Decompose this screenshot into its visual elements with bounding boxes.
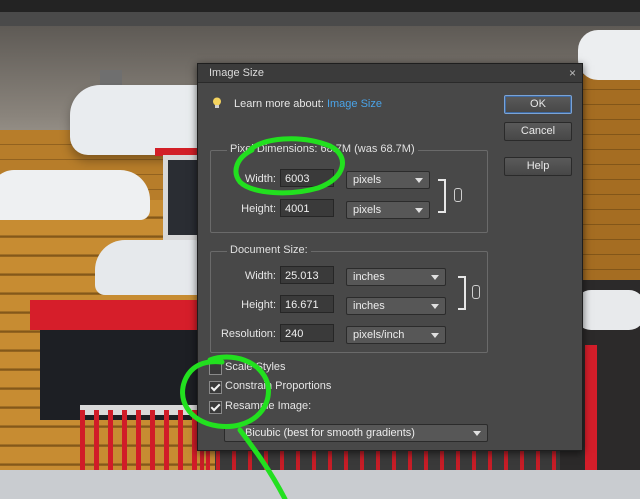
resolution-unit-value: pixels/inch	[353, 329, 405, 341]
doc-width-unit-value: inches	[353, 271, 385, 283]
chevron-down-icon	[431, 275, 439, 280]
resolution-label: Resolution:	[220, 328, 276, 340]
resample-method-value: Bicubic (best for smooth gradients)	[245, 427, 415, 439]
chevron-down-icon	[415, 178, 423, 183]
photo-right-snow	[575, 290, 640, 330]
doc-link-bracket	[458, 276, 466, 310]
photo-roof-snow	[0, 170, 150, 220]
pixel-width-unit-value: pixels	[353, 174, 382, 186]
dialog-titlebar[interactable]: Image Size ×	[198, 64, 582, 83]
pixel-height-input[interactable]: 4001	[280, 199, 334, 217]
pixel-width-unit-select[interactable]: pixels	[346, 171, 430, 189]
pixel-height-unit-value: pixels	[353, 204, 382, 216]
dialog-title: Image Size	[209, 67, 265, 79]
resolution-input[interactable]: 240	[280, 324, 334, 342]
chevron-down-icon	[473, 431, 481, 436]
doc-height-unit-select[interactable]: inches	[346, 297, 446, 315]
pixel-height-label: Height:	[241, 203, 276, 215]
photo-right-post	[585, 345, 597, 485]
link-chain-icon	[454, 188, 462, 202]
photo-snow-ground	[0, 470, 640, 499]
app-options-bar	[0, 12, 640, 26]
ok-button[interactable]: OK	[504, 95, 572, 114]
resample-image-checkbox[interactable]	[209, 401, 222, 414]
photo-right-roof-snow	[578, 30, 640, 80]
doc-height-unit-value: inches	[353, 300, 385, 312]
cancel-button[interactable]: Cancel	[504, 122, 572, 141]
image-size-dialog: Image Size × Learn more about: Image Siz…	[197, 63, 583, 451]
doc-width-label: Width:	[244, 270, 276, 282]
learn-more-link[interactable]: Image Size	[327, 98, 382, 110]
learn-more-prefix: Learn more about:	[234, 98, 324, 110]
scale-styles-label: Scale Styles	[225, 361, 286, 373]
scale-styles-checkbox[interactable]	[209, 362, 222, 375]
close-icon[interactable]: ×	[569, 66, 576, 80]
pixel-dimensions-label: Pixel Dimensions: 68.7M (was 68.7M)	[227, 143, 418, 155]
constrain-proportions-label: Constrain Proportions	[225, 380, 332, 392]
pixel-link-bracket	[438, 179, 446, 213]
constrain-proportions-checkbox[interactable]	[209, 381, 222, 394]
resample-method-select[interactable]: Bicubic (best for smooth gradients)	[224, 424, 488, 442]
pixel-width-input[interactable]: 6003	[280, 169, 334, 187]
doc-width-input[interactable]: 25.013	[280, 266, 334, 284]
photo-right-cabin	[580, 60, 640, 300]
lightbulb-icon	[213, 97, 221, 108]
chevron-down-icon	[415, 208, 423, 213]
pixel-height-unit-select[interactable]: pixels	[346, 201, 430, 219]
photo-porch-beam	[30, 300, 210, 330]
document-size-label: Document Size:	[227, 244, 311, 256]
pixel-width-label: Width:	[244, 173, 276, 185]
doc-height-input[interactable]: 16.671	[280, 295, 334, 313]
learn-more-text: Learn more about: Image Size	[234, 98, 382, 110]
resolution-unit-select[interactable]: pixels/inch	[346, 326, 446, 344]
doc-height-label: Height:	[241, 299, 276, 311]
resample-image-label: Resample Image:	[225, 400, 312, 412]
chevron-down-icon	[431, 304, 439, 309]
chevron-down-icon	[431, 333, 439, 338]
help-button[interactable]: Help	[504, 157, 572, 176]
link-chain-icon	[472, 285, 480, 299]
pixel-dimensions-group	[210, 150, 488, 233]
doc-width-unit-select[interactable]: inches	[346, 268, 446, 286]
